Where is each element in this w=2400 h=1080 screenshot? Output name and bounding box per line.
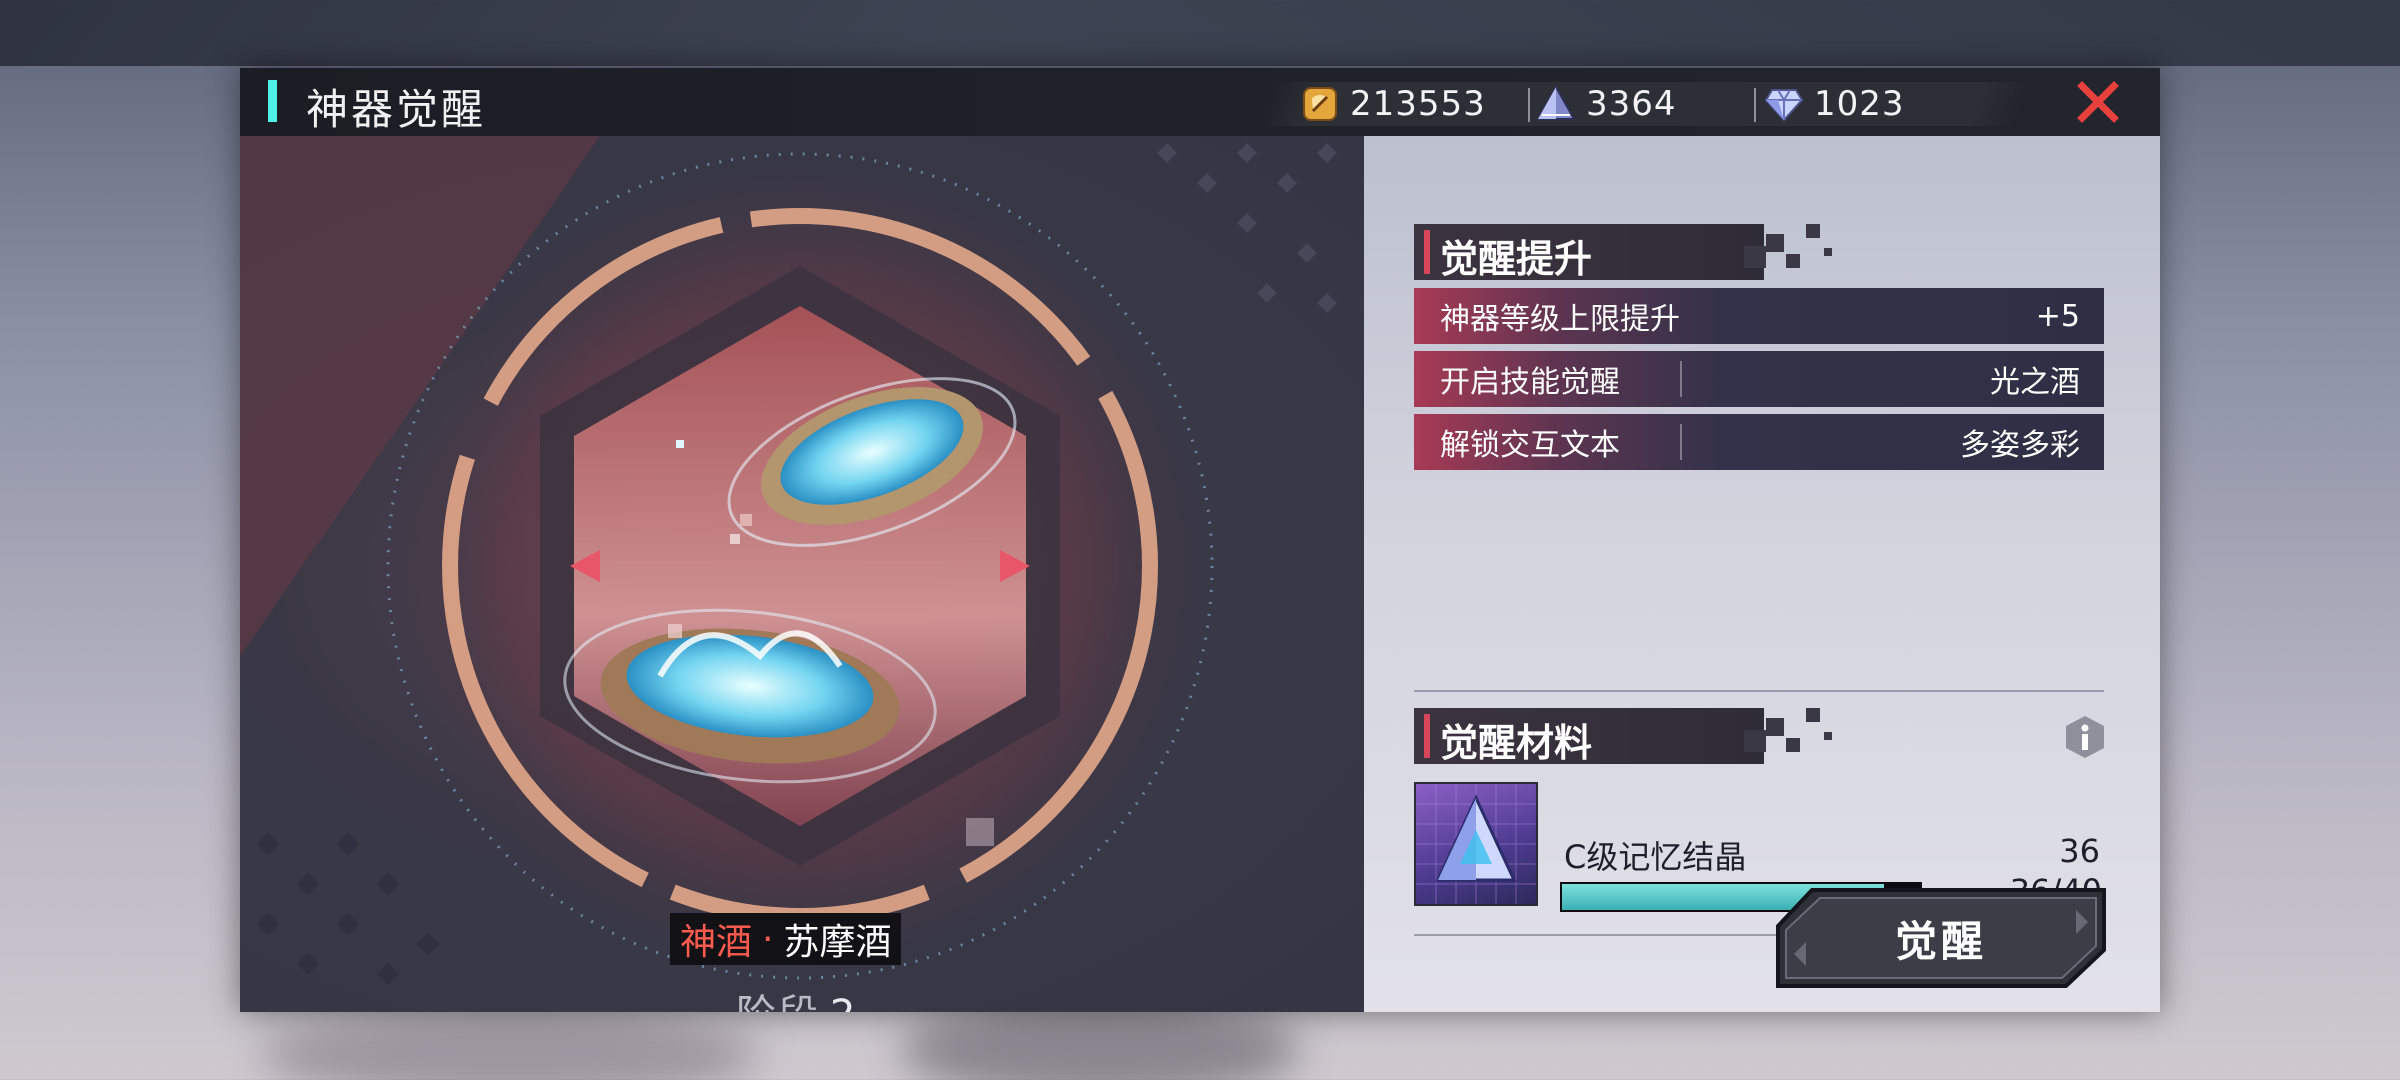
pixel-deco — [1744, 246, 1766, 268]
title-bar: 神器觉醒 213553 3364 1023 — [240, 68, 2160, 136]
upgrade-row-label: 解锁交互文本 — [1440, 428, 1620, 463]
header-accent — [1424, 230, 1430, 274]
info-icon — [2066, 716, 2104, 758]
diamond-amount: 1023 — [1814, 84, 1905, 124]
pixel-deco — [1806, 708, 1820, 722]
pixel-deco — [1744, 730, 1766, 752]
stage-label: 阶段 — [736, 992, 820, 1012]
artifact-display: 神酒 · 苏摩酒 阶段 2 — [240, 136, 1364, 1012]
artifact-type: 神酒 — [680, 922, 753, 963]
material-item-slot[interactable] — [1414, 782, 1538, 906]
upgrade-row-label: 神器等级上限提升 — [1440, 302, 1680, 337]
close-button[interactable] — [2070, 74, 2126, 130]
background-blob — [260, 1010, 760, 1080]
artifact-awaken-dialog: 神器觉醒 213553 3364 1023 神酒 · 苏摩酒 觉醒提升 神器等级… — [240, 68, 2160, 1012]
awaken-upgrade-title: 觉醒提升 — [1440, 237, 1593, 281]
upgrade-row: 神器等级上限提升 +5 — [1414, 288, 2104, 344]
gold-coin-icon — [1300, 84, 1340, 124]
pixel-deco — [1786, 254, 1800, 268]
diamond-icon — [1764, 84, 1804, 124]
artifact-name: 苏摩酒 — [783, 922, 892, 963]
background-blob — [900, 1000, 1300, 1080]
material-name: C级记忆结晶 — [1564, 838, 1747, 876]
upgrade-row: 开启技能觉醒 光之酒 — [1414, 351, 2104, 407]
currency-separator — [1528, 88, 1530, 122]
artifact-stage: 阶段 2 — [736, 982, 857, 1012]
currency-gold[interactable]: 213553 — [1300, 82, 1486, 126]
upgrade-row-value: 多姿多彩 — [1960, 428, 2080, 463]
currency-diamond[interactable]: 1023 — [1764, 82, 1905, 126]
material-owned-count: 36 — [2059, 832, 2100, 870]
crystal-amount: 3364 — [1586, 84, 1677, 124]
awaken-upgrade-header: 觉醒提升 — [1414, 224, 1834, 281]
pixel-deco — [1766, 234, 1784, 252]
row-separator — [1680, 424, 1682, 460]
dialog-title: 神器觉醒 — [306, 85, 487, 134]
pixel-deco — [1824, 732, 1832, 740]
title-accent-bar — [268, 80, 277, 122]
row-separator — [1680, 361, 1682, 397]
awaken-button[interactable]: 觉醒 — [1776, 888, 2106, 988]
upgrade-row-value: 光之酒 — [1990, 365, 2080, 400]
awaken-info-panel: 觉醒提升 神器等级上限提升 +5 开启技能觉醒 光之酒 解锁交互文本 多姿多彩 … — [1364, 136, 2160, 1012]
pixel-deco — [1806, 224, 1820, 238]
gold-amount: 213553 — [1350, 84, 1486, 124]
artifact-artwork — [240, 136, 1337, 986]
pixel-deco — [1824, 248, 1832, 256]
header-accent — [1424, 714, 1430, 758]
close-icon — [2077, 81, 2119, 123]
artifact-name-label: 神酒 · 苏摩酒 — [670, 913, 902, 965]
upgrade-row: 解锁交互文本 多姿多彩 — [1414, 414, 2104, 470]
currency-crystal[interactable]: 3364 — [1536, 82, 1677, 126]
awaken-materials-title: 觉醒材料 — [1440, 721, 1593, 765]
upgrade-row-value: +5 — [2035, 298, 2080, 334]
awaken-button-label: 觉醒 — [1894, 916, 1987, 966]
crystal-pyramid-icon — [1536, 84, 1576, 124]
pixel-deco — [1766, 718, 1784, 736]
background-top-bar — [0, 0, 2400, 66]
awaken-materials-header: 觉醒材料 — [1414, 708, 1834, 765]
pixel-deco — [1786, 738, 1800, 752]
info-button[interactable] — [2064, 714, 2106, 760]
currency-separator — [1754, 88, 1756, 122]
memory-crystal-icon — [1416, 784, 1536, 904]
upgrade-row-label: 开启技能觉醒 — [1440, 365, 1620, 400]
artifact-name-separator: · — [762, 918, 774, 960]
stage-value: 2 — [830, 992, 857, 1012]
section-divider — [1414, 690, 2104, 692]
